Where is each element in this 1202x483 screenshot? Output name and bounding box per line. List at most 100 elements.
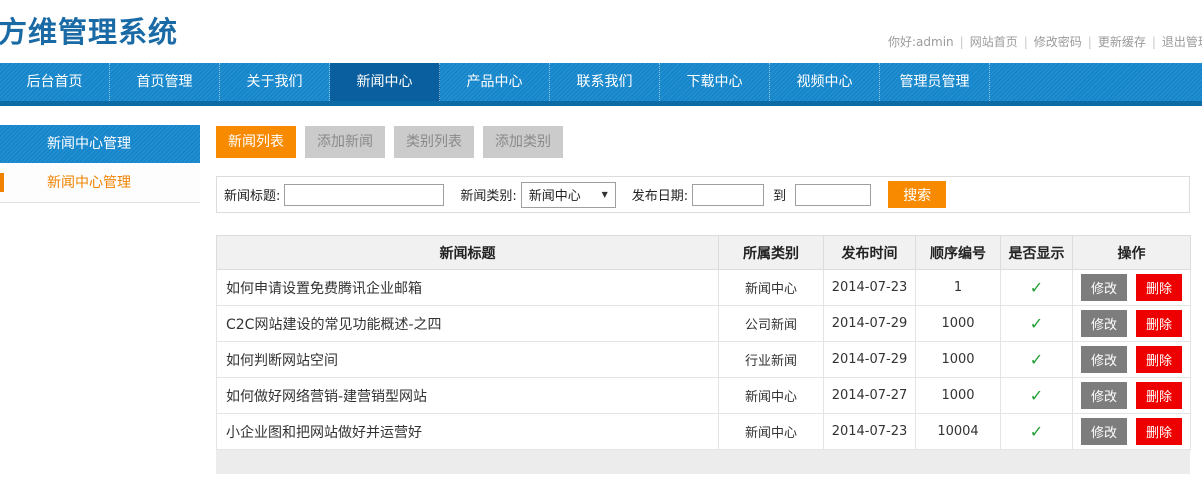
nav-bottom-strip xyxy=(0,101,1202,106)
news-title-cell: 如何做好网络营销-建营销型网站 xyxy=(217,378,719,414)
nav-item-管理员管理[interactable]: 管理员管理 xyxy=(880,63,990,101)
nav-item-下载中心[interactable]: 下载中心 xyxy=(660,63,770,101)
tab-添加类别[interactable]: 添加类别 xyxy=(483,126,563,158)
order-number-cell: 1 xyxy=(916,270,1001,306)
visible-cell: ✓ xyxy=(1001,342,1073,378)
news-title-cell: C2C网站建设的常见功能概述-之四 xyxy=(217,306,719,342)
actions-cell: 修改删除 xyxy=(1073,270,1191,306)
actions-cell: 修改删除 xyxy=(1073,306,1191,342)
table-row: 如何申请设置免费腾讯企业邮箱新闻中心2014-07-231 ✓ 修改删除 xyxy=(217,270,1191,306)
news-title-label: 新闻标题: xyxy=(224,185,280,204)
category-cell: 行业新闻 xyxy=(719,342,824,378)
column-header-是否显示: 是否显示 xyxy=(1001,236,1073,270)
table-footer-bar xyxy=(216,450,1190,474)
publish-date-cell: 2014-07-27 xyxy=(824,378,916,414)
table-header-row: 新闻标题所属类别发布时间顺序编号是否显示操作 xyxy=(217,236,1191,270)
column-header-发布时间: 发布时间 xyxy=(824,236,916,270)
order-number-cell: 1000 xyxy=(916,306,1001,342)
tab-添加新闻[interactable]: 添加新闻 xyxy=(305,126,385,158)
sidebar-item-news-center[interactable]: 新闻中心管理 xyxy=(0,163,200,203)
publish-date-cell: 2014-07-23 xyxy=(824,414,916,450)
active-indicator-bar xyxy=(0,173,4,192)
userbar-link-退出管理[interactable]: 退出管理 xyxy=(1162,35,1202,49)
sidebar: 新闻中心管理 新闻中心管理 xyxy=(0,125,200,203)
nav-item-后台首页[interactable]: 后台首页 xyxy=(0,63,110,101)
sidebar-header: 新闻中心管理 xyxy=(0,125,200,163)
category-cell: 新闻中心 xyxy=(719,270,824,306)
visible-cell: ✓ xyxy=(1001,378,1073,414)
search-button[interactable]: 搜索 xyxy=(888,181,946,208)
nav-item-关于我们[interactable]: 关于我们 xyxy=(220,63,330,101)
column-header-顺序编号: 顺序编号 xyxy=(916,236,1001,270)
actions-cell: 修改删除 xyxy=(1073,378,1191,414)
check-icon: ✓ xyxy=(1030,278,1043,297)
delete-button[interactable]: 删除 xyxy=(1136,274,1182,301)
column-header-所属类别: 所属类别 xyxy=(719,236,824,270)
table-body: 如何申请设置免费腾讯企业邮箱新闻中心2014-07-231✓修改删除C2C网站建… xyxy=(217,270,1191,450)
userbar-link-更新缓存[interactable]: 更新缓存 xyxy=(1098,35,1146,49)
news-title-cell: 如何判断网站空间 xyxy=(217,342,719,378)
nav-item-联系我们[interactable]: 联系我们 xyxy=(550,63,660,101)
actions-cell: 修改删除 xyxy=(1073,414,1191,450)
table-row: 小企业图和把网站做好并运营好新闻中心2014-07-2310004✓修改删除 xyxy=(217,414,1191,450)
nav-item-新闻中心[interactable]: 新闻中心 xyxy=(330,63,440,101)
news-title-cell: 小企业图和把网站做好并运营好 xyxy=(217,414,719,450)
nav-item-产品中心[interactable]: 产品中心 xyxy=(440,63,550,101)
news-table: 新闻标题所属类别发布时间顺序编号是否显示操作 如何申请设置免费腾讯企业邮箱新闻中… xyxy=(216,235,1191,450)
actions-cell: 修改删除 xyxy=(1073,342,1191,378)
app-title: 方维管理系统 xyxy=(0,9,178,51)
edit-button[interactable]: 修改 xyxy=(1081,310,1127,337)
delete-button[interactable]: 删除 xyxy=(1136,346,1182,373)
chevron-down-icon: ▼ xyxy=(602,190,608,199)
nav-item-首页管理[interactable]: 首页管理 xyxy=(110,63,220,101)
edit-button[interactable]: 修改 xyxy=(1081,274,1127,301)
publish-date-cell: 2014-07-29 xyxy=(824,306,916,342)
page-header: 方维管理系统 你好:admin|网站首页|修改密码|更新缓存|退出管理 xyxy=(0,0,1202,63)
order-number-cell: 1000 xyxy=(916,342,1001,378)
category-cell: 公司新闻 xyxy=(719,306,824,342)
search-panel: 新闻标题: 新闻类别: 新闻中心 ▼ 发布日期: 到 搜索 xyxy=(216,176,1190,213)
nav-item-视频中心[interactable]: 视频中心 xyxy=(770,63,880,101)
date-to-input[interactable] xyxy=(795,184,871,206)
visible-cell: ✓ xyxy=(1001,270,1073,306)
order-number-cell: 1000 xyxy=(916,378,1001,414)
date-to-label: 到 xyxy=(773,185,786,204)
userbar-link-修改密码[interactable]: 修改密码 xyxy=(1034,35,1082,49)
column-header-操作: 操作 xyxy=(1073,236,1191,270)
category-cell: 新闻中心 xyxy=(719,378,824,414)
news-title-cell: 如何申请设置免费腾讯企业邮箱 xyxy=(217,270,719,306)
page: { "app": { "title": "方维管理系统" }, "userbar… xyxy=(0,0,1202,483)
date-from-input[interactable] xyxy=(692,184,764,206)
user-links: 你好:admin|网站首页|修改密码|更新缓存|退出管理 xyxy=(888,33,1202,50)
userbar-separator: | xyxy=(1088,35,1092,49)
category-select-value: 新闻中心 xyxy=(529,185,581,204)
tab-bar: 新闻列表添加新闻类别列表添加类别 xyxy=(216,126,1190,158)
tab-类别列表[interactable]: 类别列表 xyxy=(394,126,474,158)
column-header-新闻标题: 新闻标题 xyxy=(217,236,719,270)
publish-date-cell: 2014-07-29 xyxy=(824,342,916,378)
delete-button[interactable]: 删除 xyxy=(1136,418,1182,445)
news-category-label: 新闻类别: xyxy=(460,185,516,204)
news-title-input[interactable] xyxy=(284,184,444,206)
delete-button[interactable]: 删除 xyxy=(1136,382,1182,409)
category-select[interactable]: 新闻中心 ▼ xyxy=(521,182,616,208)
publish-date-cell: 2014-07-23 xyxy=(824,270,916,306)
delete-button[interactable]: 删除 xyxy=(1136,310,1182,337)
edit-button[interactable]: 修改 xyxy=(1081,346,1127,373)
category-cell: 新闻中心 xyxy=(719,414,824,450)
table-row: C2C网站建设的常见功能概述-之四公司新闻2014-07-291000 ✓ 修改删除 xyxy=(217,306,1191,342)
table-row: 如何做好网络营销-建营销型网站新闻中心2014-07-271000 ✓ 修改删除 xyxy=(217,378,1191,414)
edit-button[interactable]: 修改 xyxy=(1081,382,1127,409)
visible-cell: ✓ xyxy=(1001,414,1073,450)
check-icon: ✓ xyxy=(1030,386,1043,405)
userbar-separator: | xyxy=(1152,35,1156,49)
visible-cell: ✓ xyxy=(1001,306,1073,342)
userbar-separator: | xyxy=(1024,35,1028,49)
userbar-link-网站首页[interactable]: 网站首页 xyxy=(970,35,1018,49)
main-nav: 后台首页首页管理关于我们新闻中心产品中心联系我们下载中心视频中心管理员管理 xyxy=(0,63,1202,101)
tab-新闻列表[interactable]: 新闻列表 xyxy=(216,126,296,158)
check-icon: ✓ xyxy=(1030,314,1043,333)
check-icon: ✓ xyxy=(1030,350,1043,369)
sidebar-item-label: 新闻中心管理 xyxy=(47,175,131,191)
edit-button[interactable]: 修改 xyxy=(1081,418,1127,445)
